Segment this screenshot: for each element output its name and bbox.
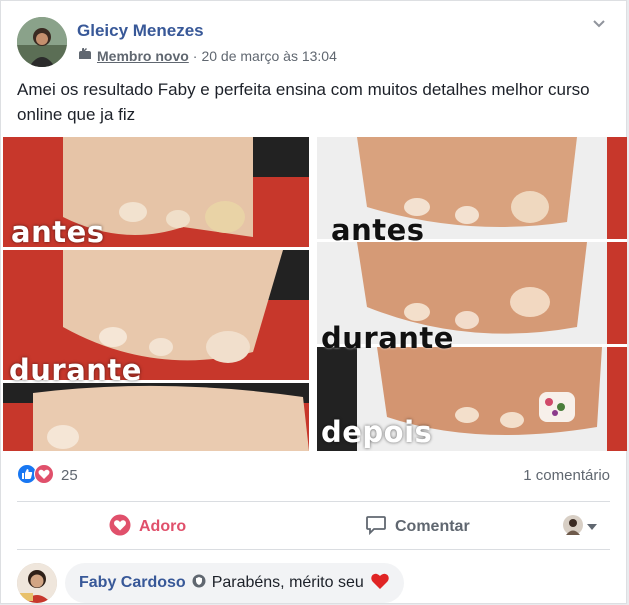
post-date[interactable]: 20 de março às 13:04 (201, 48, 336, 64)
photo-label-antes-2: antes (331, 213, 425, 247)
reaction-icons[interactable] (17, 464, 54, 489)
post-meta: Membro novo · 20 de março às 13:04 (77, 47, 337, 64)
member-badge-label[interactable]: Membro novo (97, 48, 189, 64)
reaction-count[interactable]: 25 (61, 467, 78, 484)
action-bar: Adoro Comentar (1, 508, 628, 546)
member-badge-icon (77, 47, 93, 64)
commenter-name[interactable]: Faby Cardoso (79, 574, 186, 592)
comment-button-label: Comentar (395, 518, 470, 535)
love-reaction-icon (34, 464, 54, 489)
comment-button[interactable]: Comentar (365, 508, 470, 546)
audience-selector[interactable] (563, 508, 597, 546)
shield-badge-icon (192, 574, 206, 593)
photo-left[interactable]: antes durante (3, 137, 309, 451)
audience-avatar (563, 514, 583, 540)
divider-bottom (17, 549, 610, 550)
photo-label-antes: antes (11, 215, 105, 249)
photo-right[interactable]: antes durante depois (317, 137, 627, 451)
comment-icon (365, 514, 387, 541)
post-card: Gleicy Menezes Membro novo · 20 de março… (0, 0, 627, 604)
chevron-down-icon[interactable] (592, 17, 606, 31)
photo-label-depois: depois (321, 415, 433, 449)
love-action-icon (109, 514, 131, 541)
divider-top (17, 501, 610, 502)
heart-emoji-icon (370, 572, 390, 595)
post-header: Gleicy Menezes Membro novo · 20 de março… (17, 17, 610, 69)
comment-bubble: Faby Cardoso Parabéns, mérito seu (65, 563, 404, 603)
photo-label-durante: durante (9, 353, 142, 387)
love-button-label: Adoro (139, 518, 187, 535)
author-name[interactable]: Gleicy Menezes (77, 21, 204, 41)
comment-count[interactable]: 1 comentário (523, 467, 610, 484)
love-button[interactable]: Adoro (109, 508, 186, 546)
dropdown-caret-icon (587, 518, 597, 536)
author-avatar[interactable] (17, 17, 67, 67)
comment-row: Faby Cardoso Parabéns, mérito seu (17, 561, 610, 605)
reactions-bar: 25 1 comentário (17, 464, 610, 488)
comment-text: Parabéns, mérito seu (211, 574, 364, 591)
meta-separator: · (192, 47, 198, 64)
post-text: Amei os resultado Faby e perfeita ensina… (17, 80, 590, 124)
commenter-avatar[interactable] (17, 563, 57, 603)
photo-label-durante-2: durante (321, 321, 454, 355)
photo-grid[interactable]: antes durante antes durante depois (3, 137, 627, 453)
